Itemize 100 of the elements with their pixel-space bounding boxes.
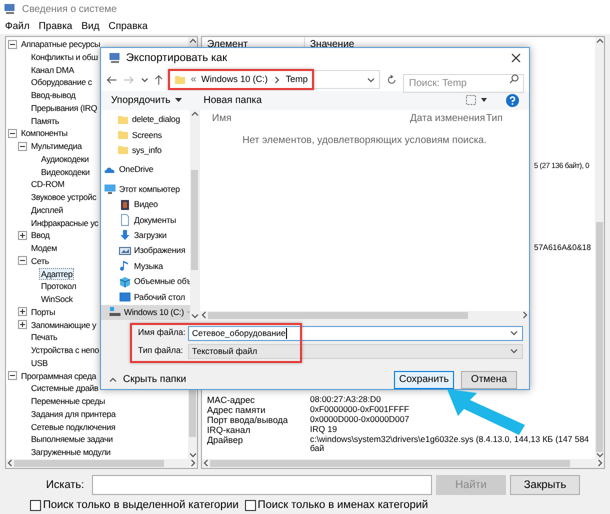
nav-item[interactable]: Рабочий стол [101,289,190,305]
tree-item[interactable]: Дисплей [29,204,66,216]
tree-item[interactable]: Протокол [39,280,78,292]
tree-item[interactable]: Оборудование с [29,76,94,88]
scrollbar-thumb[interactable] [596,222,603,452]
breadcrumb[interactable]: Windows 10 (C:) [201,73,268,87]
close-icon[interactable] [511,53,521,64]
nav-item[interactable]: Музыка [101,258,190,274]
checkbox-label[interactable]: Поиск только в выделенной категории [43,497,239,514]
file-type-dropdown[interactable]: Текстовый файл [188,344,523,359]
tree-item[interactable]: Ввод-вывод [29,89,78,102]
tree-item[interactable]: Звуковое устройс [29,191,98,204]
refresh-icon[interactable] [386,74,397,86]
tree-item[interactable]: Память [29,114,62,127]
tree-item[interactable]: Адаптер [39,268,74,280]
tree-item[interactable]: Задания для принтера [29,408,118,420]
tree-item[interactable]: USB [29,356,50,369]
tree-item[interactable]: Аппаратные ресурсы [19,38,102,50]
collapse-icon[interactable] [18,142,27,151]
scrollbar-thumb[interactable] [191,170,198,270]
tree-item[interactable]: Видеокодеки [39,166,92,178]
tree-item[interactable]: Конфликты и обш [29,50,100,63]
nav-item[interactable]: Windows 10 (C:) [101,304,190,320]
nav-item[interactable]: Видео [101,196,190,212]
help-icon[interactable] [506,94,519,107]
nav-item[interactable]: OneDrive [101,162,190,178]
tree-item[interactable]: Загруженные модули [29,446,113,458]
organize-button[interactable]: Упорядочить [111,92,182,108]
search-field[interactable]: Поиск: Temp [403,74,524,94]
horizontal-scrollbar[interactable] [202,458,604,468]
vertical-scrollbar[interactable] [190,110,199,320]
column-header[interactable]: Дата изменения [407,110,483,126]
tree-item[interactable]: Сеть [29,254,51,267]
tree-item[interactable]: Запоминающие у [29,318,98,331]
menu-item[interactable]: Вид [81,18,100,34]
tree-item[interactable]: WinSock [39,293,75,306]
table-cell-text: IRQ-канал [206,424,250,435]
expand-icon[interactable] [18,307,27,316]
nav-item[interactable]: Этот компьютер [101,182,190,197]
checkbox[interactable] [30,500,41,512]
scroll-down-icon [188,450,196,459]
column-header[interactable]: Имя [200,110,407,126]
hide-folders-button[interactable]: Скрыть папки [109,372,186,388]
tree-item[interactable]: Модем [29,242,59,254]
cancel-button[interactable]: Отмена [461,370,517,389]
close-button[interactable]: Закрыть [510,474,580,495]
column-header[interactable]: Тип [483,110,503,126]
collapse-icon[interactable] [8,40,17,49]
tree-item[interactable]: Выполняемые задачи [29,433,115,446]
tree-item[interactable]: Компоненты [19,127,70,140]
table-cell-text: Адрес памяти [206,404,266,415]
tree-item[interactable]: CD-ROM [29,178,66,190]
up-arrow-icon[interactable] [154,74,164,86]
tree-item[interactable]: Ввод [29,229,52,242]
checkbox-label[interactable]: Поиск только в именах категорий [258,497,428,514]
nav-item[interactable]: sys_info [101,142,190,158]
tree-item[interactable]: Системные драйв [29,382,100,394]
nav-item[interactable]: Изображения [101,243,190,258]
tree-item[interactable]: Порты [29,306,58,318]
menu-item[interactable]: Справка [108,18,148,34]
expand-icon[interactable] [18,230,27,240]
file-name-field[interactable]: Сетевое_оборудование [188,326,523,341]
tree-item[interactable]: Программная среда [19,370,98,382]
save-button[interactable]: Сохранить [394,370,454,389]
path-overflow[interactable]: « [190,72,196,88]
nav-item[interactable]: delete_dialog [101,112,190,128]
tree-item[interactable]: Переменные среды [29,395,108,408]
tree-item[interactable]: Канал DMA [29,64,76,76]
tree-item[interactable]: Инфракрасные ус [29,216,100,229]
tree-item[interactable]: Мультимедиа [29,140,84,152]
horizontal-scrollbar[interactable] [200,310,529,320]
search-field[interactable] [92,474,432,495]
caret-icon [109,376,117,384]
collapse-icon[interactable] [8,128,17,138]
new-folder-button[interactable]: Новая папка [204,92,262,108]
nav-item[interactable]: Загрузки [101,228,190,244]
chevron-icon [272,76,281,84]
tree-item[interactable]: Аудиокодеки [39,152,91,165]
nav-item[interactable]: Screens [101,127,190,143]
tree-item[interactable]: Сетевые подключения [29,420,118,433]
menu-item[interactable]: Правка [38,18,72,34]
expand-icon[interactable] [18,320,27,330]
drive-icon [109,306,121,318]
scroll-up-icon [190,110,198,118]
back-arrow-icon[interactable] [106,74,118,85]
breadcrumb[interactable]: Temp [286,73,308,87]
vertical-scrollbar[interactable] [595,36,604,459]
collapse-icon[interactable] [18,256,27,266]
view-options-icon[interactable] [466,95,488,106]
folder-icon [174,74,186,86]
collapse-icon[interactable] [8,371,17,380]
horizontal-scrollbar[interactable] [6,458,197,468]
scroll-left-icon [200,311,208,320]
checkbox[interactable] [244,500,256,512]
menu-item[interactable]: Файл [5,18,30,34]
nav-item[interactable]: Документы [101,212,190,228]
address-bar[interactable]: « Windows 10 (C:) Temp [170,70,380,90]
tree-item[interactable]: Печать [29,331,60,344]
tree-item[interactable]: Устройства с непо [29,344,101,356]
tree-item[interactable]: Прерывания (IRQ [29,102,100,114]
